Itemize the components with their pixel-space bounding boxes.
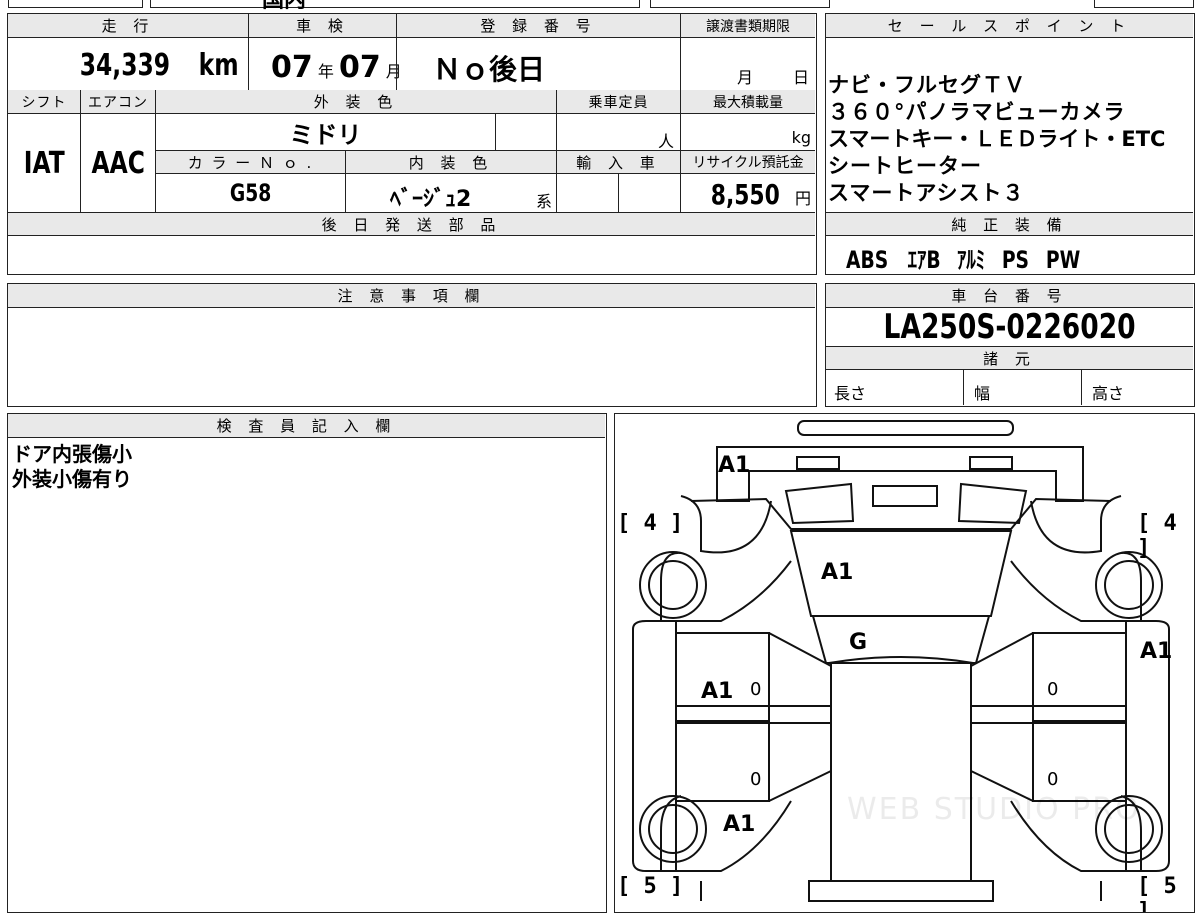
inspection-cell: 07 年 07 月 (248, 38, 402, 90)
inspector-box: 検 査 員 記 入 欄 ドア内張傷小 外装小傷有り (7, 413, 607, 913)
mileage-header: 走 行 (8, 14, 248, 38)
watermark: WEB STUDIO PRO (847, 792, 1141, 827)
inspector-note-line: 外装小傷有り (12, 467, 132, 491)
top-strip: 国内 (0, 0, 1200, 13)
roof-outline (830, 662, 972, 882)
inspection-header: 車 検 (248, 14, 396, 38)
zero-mark: 0 (750, 769, 762, 790)
tire-front-right: [ 4 ] (1137, 511, 1177, 561)
color-no-value: G58 (229, 179, 272, 207)
mark-front-left-door: A1 (701, 679, 734, 704)
transfer-deadline-header: 譲渡書類期限 (680, 14, 815, 38)
car-diagram-box: WEB STUDIO PRO A1 A1 G A1 A1 A1 [ 4 ] [ … (614, 413, 1195, 913)
max-load-cell: kg (680, 114, 815, 150)
zero-mark: 0 (1047, 769, 1059, 790)
specs-header: 諸 元 (826, 346, 1193, 370)
caution-header: 注 意 事 項 欄 (8, 284, 815, 308)
ac-value: AAC (91, 145, 145, 181)
ac-header: エアコン (80, 90, 155, 114)
shift-cell: IAT (8, 114, 80, 212)
spec-width: 幅 (963, 370, 1081, 405)
inspector-header: 検 査 員 記 入 欄 (8, 414, 605, 438)
exterior-color-value: ミドリ (289, 120, 362, 149)
spec-height: 高さ (1081, 370, 1193, 405)
mark-windshield: G (849, 630, 868, 655)
equipment-item: ｱﾙﾐ (957, 246, 986, 274)
sales-point-line: スマートキー・ＬＥＤライト・ETC (828, 127, 1166, 151)
roof-marker (797, 420, 1014, 436)
import-header: 輸 入 車 (556, 150, 680, 174)
mark-rear-left-door: A1 (723, 812, 756, 837)
color-no-header: カ ラ ー Ｎ ｏ . (155, 150, 345, 174)
max-load-header: 最大積載量 (680, 90, 815, 114)
tire-front-left: [ 4 ] (617, 511, 684, 536)
shift-value: IAT (23, 145, 65, 181)
inspection-month: 07 (338, 50, 381, 85)
equipment-list: ABS ｴｱB ｱﾙﾐ PS PW (840, 240, 1085, 275)
mileage-unit: km (198, 48, 239, 83)
inspector-notes: ドア内張傷小 外装小傷有り (12, 442, 132, 492)
sales-point-line: スマートアシスト３ (828, 181, 1025, 205)
body-outline (680, 495, 1122, 554)
zero-mark: 0 (750, 679, 762, 700)
sales-points-list: ナビ・フルセグＴＶ ３６０°パノラマビューカメラ スマートキー・ＬＥＤライト・E… (828, 72, 1192, 207)
transfer-month-unit: 月 (737, 68, 754, 87)
front-bumper-outline (716, 446, 1084, 502)
caution-box: 注 意 事 項 欄 (7, 283, 817, 407)
capacity-header: 乗車定員 (556, 90, 680, 114)
spec-length: 長さ (834, 384, 867, 403)
windshield-outline (811, 615, 991, 664)
sales-point-line: ナビ・フルセグＴＶ (828, 73, 1026, 97)
transfer-day-unit: 日 (793, 68, 810, 87)
equipment-item: PW (1045, 246, 1080, 274)
exterior-color-header: 外 装 色 (155, 90, 556, 114)
car-diagram (632, 420, 1170, 902)
shift-header: シフト (8, 90, 80, 114)
inspection-year-unit: 年 (317, 62, 334, 81)
transfer-deadline-cell: 月 日 (680, 38, 815, 90)
recycle-header: リサイクル預託金 (680, 150, 815, 174)
later-parts-cell (8, 236, 815, 273)
interior-suffix: 系 (535, 192, 552, 211)
chassis-number: LA250S-0226020 (883, 307, 1136, 347)
inspection-year: 07 (271, 50, 313, 85)
sales-points-box: セ ー ル ス ポ イ ン ト ナビ・フルセグＴＶ ３６０°パノラマビューカメラ… (825, 13, 1195, 275)
exterior-color-cell: ミドリ (155, 114, 495, 150)
top-strip-text: 国内 (262, 0, 307, 13)
recycle-cell: 8,550 円 (680, 174, 815, 212)
mileage-value: 34,339 (79, 48, 170, 83)
tire-rear-left: [ 5 ] (617, 874, 684, 899)
recycle-value: 8,550 (711, 178, 781, 211)
registration-value: Ｎｏ後日 (433, 53, 546, 86)
mark-front-bumper: A1 (718, 453, 751, 478)
interior-color-cell: ﾍﾞｰｼﾞｭ2 系 (345, 174, 556, 212)
sales-point-line: シートヒーター (828, 154, 982, 178)
later-parts-header: 後 日 発 送 部 品 (8, 212, 815, 236)
chassis-box: 車 台 番 号 LA250S-0226020 諸 元 長さ 幅 高さ (825, 283, 1195, 407)
equipment-item: ABS (845, 246, 889, 274)
interior-color-header: 内 装 色 (345, 150, 556, 174)
registration-header: 登 録 番 号 (396, 14, 680, 38)
ac-cell: AAC (80, 114, 155, 212)
color-no-cell: G58 (155, 174, 345, 212)
capacity-cell: 人 (556, 114, 680, 151)
recycle-unit: 円 (794, 189, 811, 208)
equipment-header: 純 正 装 備 (826, 212, 1193, 236)
inspector-note-line: ドア内張傷小 (12, 442, 132, 466)
mileage-cell: 34,339 km (8, 38, 248, 90)
vehicle-info-table: 走 行 車 検 登 録 番 号 譲渡書類期限 34,339 km 07 年 07… (7, 13, 817, 275)
capacity-unit: 人 (657, 132, 674, 151)
sales-point-line: ３６０°パノラマビューカメラ (828, 100, 1126, 124)
chassis-header: 車 台 番 号 (826, 284, 1193, 308)
zero-mark: 0 (1047, 679, 1059, 700)
equipment-item: ｴｱB (907, 246, 941, 274)
interior-color-value: ﾍﾞｰｼﾞｭ2 (390, 187, 472, 212)
sales-points-header: セ ー ル ス ポ イ ン ト (826, 14, 1193, 38)
registration-cell: Ｎｏ後日 (396, 38, 680, 90)
equipment-item: PS (1001, 246, 1029, 274)
tire-rear-right: [ 5 ] (1137, 874, 1177, 913)
max-load-unit: kg (791, 128, 811, 147)
mark-hood: A1 (821, 560, 854, 585)
mark-right-fender: A1 (1140, 639, 1173, 664)
